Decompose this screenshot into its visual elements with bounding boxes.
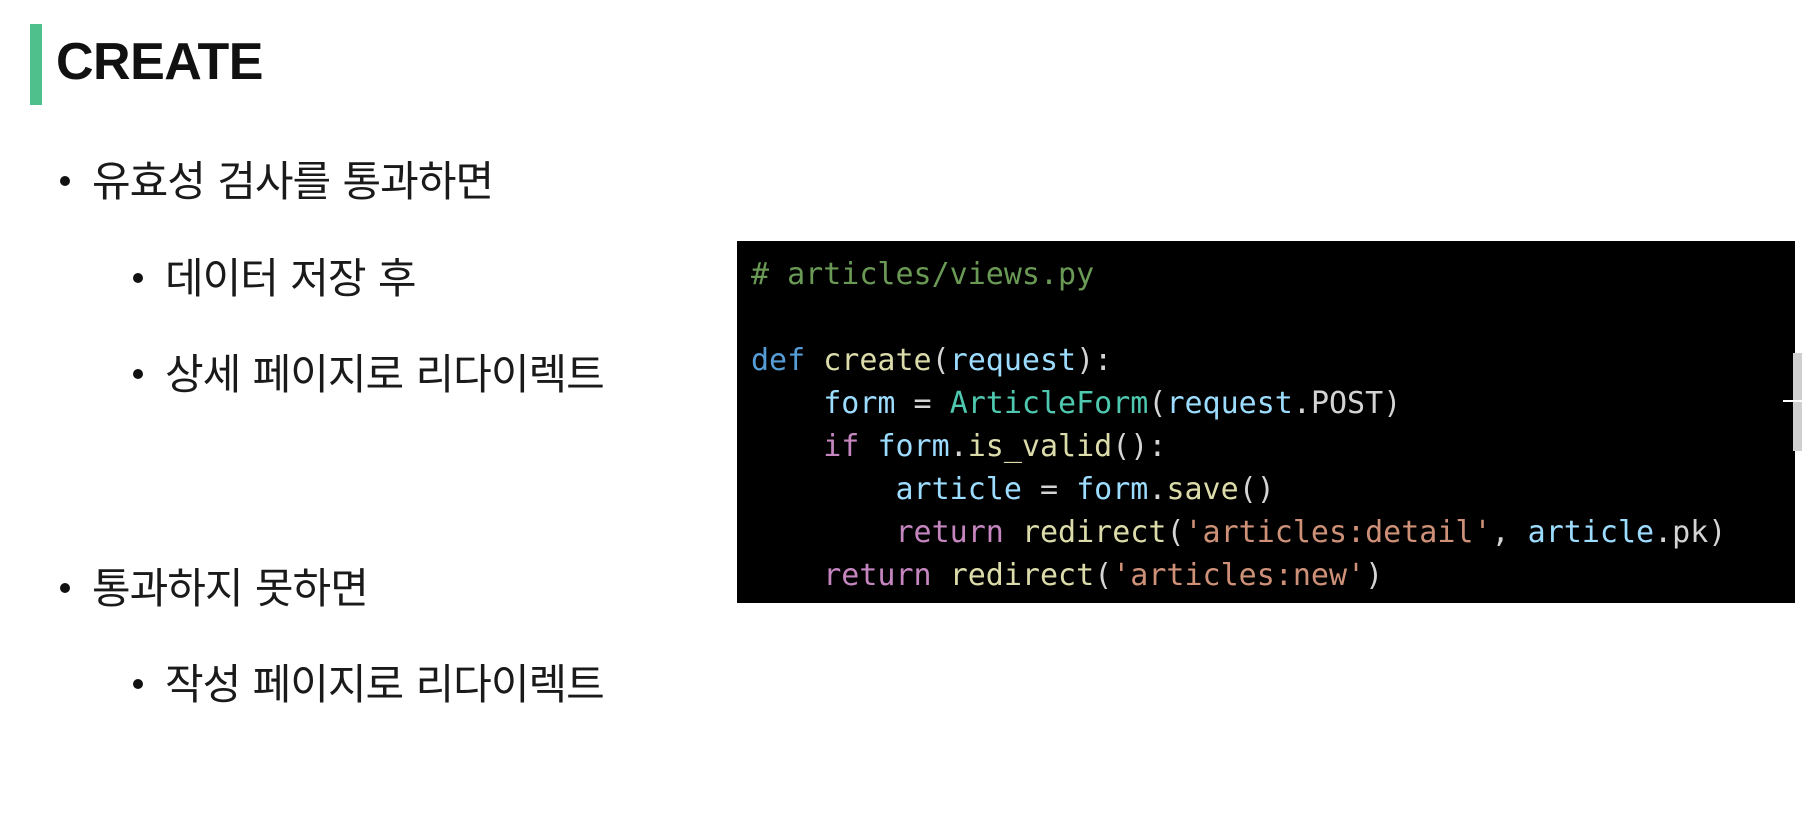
code-keyword: return [895, 515, 1004, 550]
code-string: 'articles:new' [1112, 558, 1366, 593]
code-keyword: return [823, 558, 932, 593]
title-accent-bar [30, 24, 42, 105]
code-punct: ( [931, 343, 950, 378]
slide-title: CREATE [56, 33, 263, 91]
bullet-text: 통과하지 못하면 [92, 564, 369, 613]
bullet-dot [60, 175, 70, 186]
bullet-text: 유효성 검사를 통과하면 [92, 157, 494, 206]
code-punct: ) [1708, 515, 1727, 550]
bullet-dot [133, 272, 143, 283]
code-function: save [1166, 472, 1239, 507]
code-line-1: # articles/views.py [751, 253, 1795, 296]
code-punct: (): [1112, 429, 1167, 464]
code-variable: article [1527, 515, 1655, 550]
code-punct: ): [1076, 343, 1113, 378]
code-punct: . [1148, 472, 1167, 507]
code-attribute: POST [1310, 386, 1384, 421]
code-block: # articles/views.py def create(request):… [737, 241, 1795, 603]
side-handle[interactable] [1793, 353, 1802, 451]
code-variable: article [895, 472, 1022, 507]
code-keyword: if [823, 429, 860, 464]
code-punct: . [1654, 515, 1673, 550]
code-string: 'articles:detail' [1184, 515, 1492, 550]
code-line-4: form = ArticleForm(request.POST) [751, 382, 1795, 425]
bullet-text: 작성 페이지로 리다이렉트 [165, 660, 605, 709]
code-line-6: article = form.save() [751, 468, 1795, 511]
code-variable: form [877, 429, 950, 464]
code-punct: () [1238, 472, 1275, 507]
code-punct: ) [1383, 386, 1402, 421]
bullet-dot [133, 368, 143, 379]
code-line-8: return redirect('articles:new') [751, 554, 1795, 597]
code-class: ArticleForm [949, 386, 1149, 421]
code-punct: ( [1094, 558, 1113, 593]
code-variable: form [823, 386, 896, 421]
code-variable: request [949, 343, 1077, 378]
code-attribute: pk [1672, 515, 1709, 550]
bullet-invalid: 통과하지 못하면 [60, 563, 369, 615]
code-punct: , [1491, 515, 1528, 550]
bullet-text: 상세 페이지로 리다이렉트 [165, 350, 605, 399]
side-handle-tick [1783, 400, 1802, 402]
code-punct: ( [1148, 386, 1167, 421]
code-punct: . [1292, 386, 1311, 421]
code-function: redirect [1021, 515, 1167, 550]
code-punct: ( [1166, 515, 1185, 550]
bullet-text: 데이터 저장 후 [165, 254, 417, 303]
code-operator: = [1021, 472, 1077, 507]
bullet-dot [60, 582, 70, 593]
code-variable: form [1076, 472, 1149, 507]
bullet-valid: 유효성 검사를 통과하면 [60, 156, 494, 208]
code-variable: request [1166, 386, 1293, 421]
code-punct: . [949, 429, 968, 464]
bullet-dot [133, 678, 143, 689]
code-punct: ) [1365, 558, 1384, 593]
code-function: create [823, 343, 932, 378]
code-function: redirect [949, 558, 1095, 593]
code-keyword: def [751, 343, 806, 378]
code-operator: = [895, 386, 950, 421]
bullet-redirect-new: 작성 페이지로 리다이렉트 [133, 659, 605, 711]
bullet-redirect-detail: 상세 페이지로 리다이렉트 [133, 349, 605, 401]
code-line-5: if form.is_valid(): [751, 425, 1795, 468]
code-comment: # articles/views.py [751, 257, 1095, 292]
code-line-3: def create(request): [751, 339, 1795, 382]
bullet-save: 데이터 저장 후 [133, 253, 417, 305]
code-function: is_valid [967, 429, 1113, 464]
code-line-7: return redirect('articles:detail', artic… [751, 511, 1795, 554]
